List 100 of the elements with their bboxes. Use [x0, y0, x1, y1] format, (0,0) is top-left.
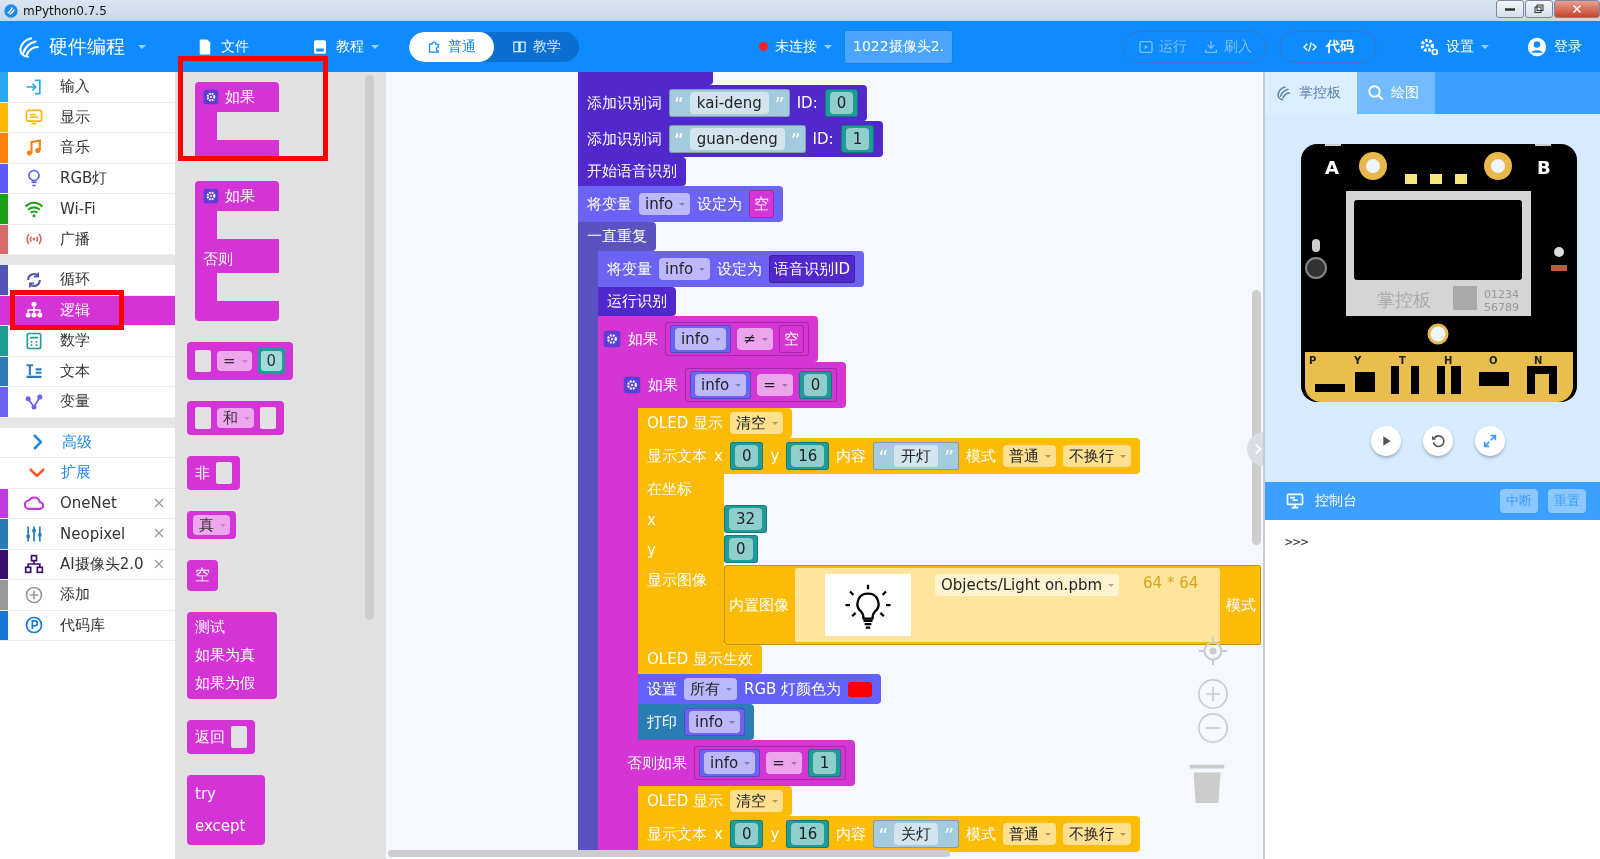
value-block[interactable]: 空	[778, 325, 804, 353]
sidebar-item[interactable]: 代码库	[0, 610, 175, 641]
value-block[interactable]: 0	[729, 820, 764, 848]
value-field[interactable]: kai-deng	[689, 92, 769, 114]
code-block[interactable]: 开始语音识别	[578, 157, 686, 186]
dropdown-field[interactable]: 清空	[729, 790, 783, 812]
dropdown-field[interactable]: =	[766, 752, 802, 774]
block-header[interactable]: 如果	[195, 181, 279, 211]
value-field[interactable]: 0	[803, 374, 828, 396]
value-field[interactable]: 0	[729, 538, 753, 560]
dropdown-field[interactable]: 普通	[1003, 445, 1057, 467]
value-block[interactable]: 0	[798, 371, 833, 399]
value-block[interactable]: info	[684, 708, 746, 736]
dropdown-field[interactable]: info	[659, 258, 711, 280]
sidebar-item[interactable]: 音乐	[0, 133, 175, 164]
block-header[interactable]: 否则	[195, 239, 279, 273]
dropdown-field[interactable]: =	[757, 374, 793, 396]
code-block[interactable]: 将变量 info 设定为 语音识别ID	[598, 251, 865, 287]
panel-tab[interactable]: 掌控板	[1265, 72, 1357, 114]
sidebar-item[interactable]: OneNet	[0, 488, 175, 519]
value-field[interactable]: 16	[791, 445, 825, 467]
block-header[interactable]: 如果	[195, 82, 279, 112]
dropdown-field[interactable]: 和	[217, 408, 254, 428]
value-field[interactable]: 16	[791, 823, 825, 845]
code-block[interactable]: 显示文本 x 0 y 16 内容 “ 关灯 ” 模式 普通 不换行	[638, 816, 1141, 852]
code-block[interactable]: OLED 显示 清空	[638, 408, 792, 438]
sidebar-item[interactable]: 文本	[0, 356, 175, 387]
value-field[interactable]: 0	[734, 445, 759, 467]
code-block[interactable]: 设置 所有 RGB 灯颜色为	[638, 674, 882, 704]
value-block[interactable]: 空	[749, 190, 775, 218]
dropdown-field[interactable]: info	[639, 193, 691, 215]
code-block[interactable]: 添加识别词 “ guan-deng ” ID: 1	[578, 121, 884, 157]
dropdown-field[interactable]: 不换行	[1063, 823, 1132, 845]
code-block[interactable]: OLED 显示 清空	[638, 786, 792, 816]
sidebar-item[interactable]: 添加	[0, 580, 175, 611]
value-block[interactable]: 1	[840, 125, 875, 153]
code-block[interactable]: 真	[187, 511, 236, 539]
value-block[interactable]: info = 0	[685, 368, 838, 402]
value-block[interactable]: info ≠ 空	[665, 322, 809, 356]
dropdown-field[interactable]: ≠	[737, 328, 773, 350]
dropdown-field[interactable]: 真	[193, 515, 230, 535]
dropdown-field[interactable]: info	[675, 328, 727, 350]
code-block[interactable]: 如果 info = 0	[618, 362, 847, 408]
code-block[interactable]: 和	[187, 401, 284, 435]
value-block[interactable]: info	[699, 749, 761, 777]
view-tab[interactable]: 教学	[494, 31, 579, 62]
value-block[interactable]: 16	[786, 442, 830, 470]
value-field[interactable]: guan-deng	[689, 128, 785, 150]
code-block[interactable]: 空	[187, 560, 218, 591]
value-block[interactable]: 0	[724, 535, 758, 563]
value-block[interactable]: 16	[786, 820, 830, 848]
value-block[interactable]: 0	[824, 89, 859, 117]
value-block[interactable]: 0	[729, 442, 764, 470]
value-block[interactable]: “ kai-deng ”	[669, 89, 790, 117]
sidebar-item[interactable]: RGB灯	[0, 163, 175, 194]
value-field[interactable]: 32	[729, 508, 763, 530]
code-block[interactable]: 运行识别	[598, 287, 676, 316]
dropdown-field[interactable]: =	[217, 351, 252, 371]
value-block[interactable]: “ 关灯 ”	[873, 820, 960, 848]
code-block[interactable]: 打印 info	[638, 704, 755, 740]
sidebar-item[interactable]: 循环	[0, 265, 175, 296]
code-block[interactable]: 一直重复	[578, 222, 656, 251]
code-block[interactable]: = 0	[187, 342, 294, 380]
code-block[interactable]: 将变量 info 设定为 空	[578, 186, 784, 222]
value-field[interactable]: 关灯	[894, 823, 939, 845]
sidebar-item[interactable]: Wi-Fi	[0, 194, 175, 225]
value-block[interactable]: info	[670, 325, 732, 353]
value-block[interactable]: 1	[807, 749, 842, 777]
code-block[interactable]: 返回	[187, 720, 255, 754]
sidebar-item[interactable]: 输入	[0, 72, 175, 103]
value-block[interactable]: info	[690, 371, 752, 399]
value-block[interactable]: “ 开灯 ”	[873, 442, 960, 470]
code-block[interactable]: 显示文本 x 0 y 16 内容 “ 开灯 ” 模式 普通 不换行	[638, 438, 1141, 474]
sidebar-item[interactable]: Neopixel	[0, 519, 175, 550]
code-block[interactable]: 非	[187, 456, 240, 490]
dropdown-field[interactable]: 所有	[684, 678, 737, 700]
code-block[interactable]: 测试 如果为真 如果为假	[187, 612, 277, 699]
value-field[interactable]: 0	[734, 823, 759, 845]
value-field[interactable]: 1	[812, 752, 837, 774]
code-block[interactable]: 如果 info ≠ 空	[598, 316, 818, 362]
dropdown-field[interactable]: 清空	[729, 412, 783, 434]
code-block[interactable]: try except	[187, 775, 265, 845]
sidebar-item[interactable]: 变量	[0, 387, 175, 418]
dropdown-field[interactable]: Objects/Light on.pbm	[935, 574, 1120, 596]
dropdown-field[interactable]: info	[704, 752, 756, 774]
sidebar-item[interactable]: 数学	[0, 326, 175, 357]
code-block[interactable]: 添加识别词 “ kai-deng ” ID: 0	[578, 85, 868, 121]
value-block[interactable]: 内置图像 Objects/Light on.pbm 64 * 64 模式	[724, 565, 1262, 645]
value-block[interactable]: info = 1	[694, 746, 847, 780]
sidebar-item[interactable]: AI摄像头2.0	[0, 549, 175, 580]
value-block[interactable]: 语音识别ID	[769, 255, 856, 283]
dropdown-field[interactable]: 不换行	[1063, 445, 1132, 467]
dropdown-field[interactable]: info	[695, 374, 747, 396]
value-field[interactable]: 0	[829, 92, 854, 114]
sidebar-item[interactable]: 显示	[0, 102, 175, 133]
value-field[interactable]: 开灯	[894, 445, 939, 467]
view-tab[interactable]: 普通	[409, 31, 494, 62]
dropdown-field[interactable]: info	[689, 711, 741, 733]
value-field[interactable]: 1	[845, 128, 870, 150]
value-block[interactable]: 32	[724, 505, 768, 533]
